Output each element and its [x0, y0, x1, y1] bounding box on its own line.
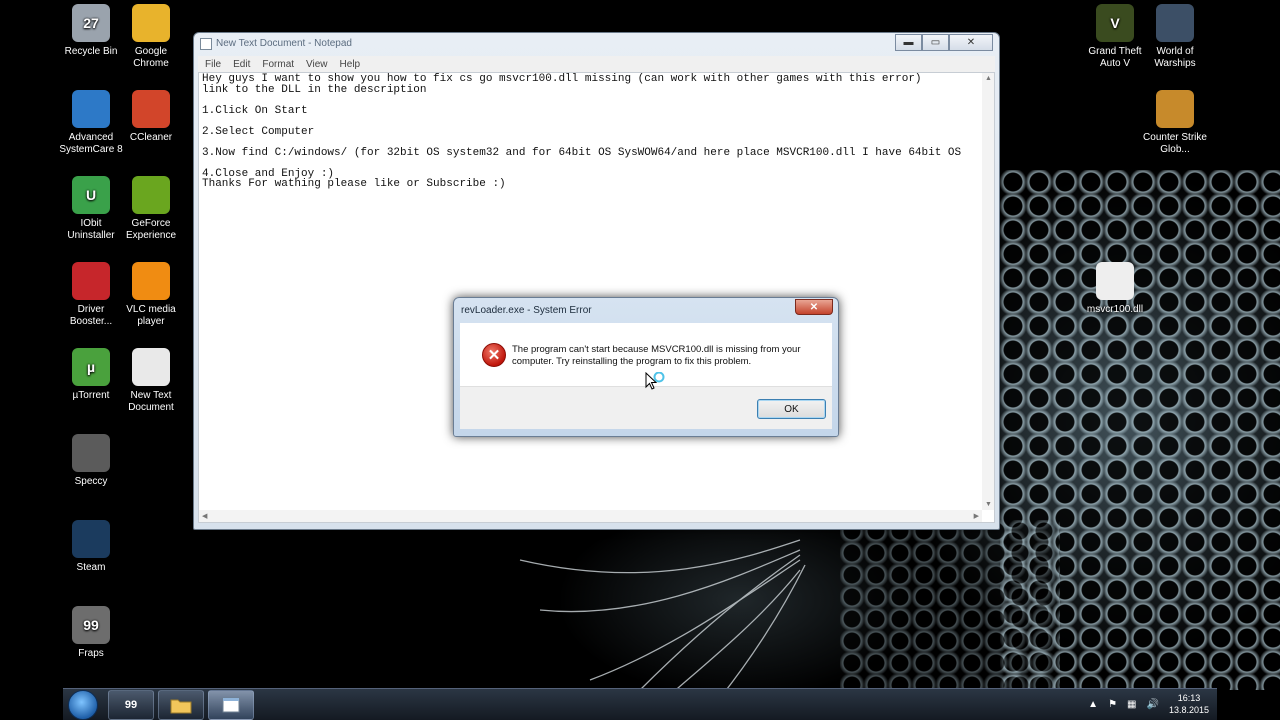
scroll-up-icon[interactable]: ▲ [985, 75, 992, 82]
action-center-icon[interactable]: ⚑ [1108, 699, 1117, 710]
volume-icon[interactable]: 🔊 [1147, 699, 1159, 710]
desktop-icon[interactable]: µ µTorrent [58, 348, 124, 402]
desktop-icon-label: Speccy [74, 476, 108, 487]
desktop-icon-label: IObit Uninstaller [67, 218, 115, 241]
app-icon [1156, 4, 1194, 42]
app-icon: 99 [72, 606, 110, 644]
error-icon: ✕ [482, 343, 506, 367]
app-icon [1156, 90, 1194, 128]
window-title: New Text Document - Notepad [216, 38, 352, 49]
desktop-icon-label: Google Chrome [133, 46, 169, 69]
app-icon [132, 348, 170, 386]
desktop-icon[interactable]: Steam [58, 520, 124, 574]
desktop-icon[interactable]: Counter Strike Glob... [1142, 90, 1208, 156]
desktop-icon-label: Fraps [78, 648, 104, 659]
scroll-down-icon[interactable]: ▼ [985, 501, 992, 508]
menu-edit[interactable]: Edit [233, 59, 250, 70]
scroll-right-icon[interactable]: ▶ [974, 512, 979, 520]
network-icon[interactable]: ▦ [1127, 699, 1136, 710]
system-tray: ▲ ⚑ ▦ 🔊 16:13 13.8.2015 [1088, 692, 1209, 716]
horizontal-scrollbar[interactable]: ◀ ▶ [199, 510, 982, 522]
desktop-icon[interactable]: CCleaner [118, 90, 184, 144]
error-dialog[interactable]: revLoader.exe - System Error ✕ ✕ The pro… [453, 297, 839, 437]
desktop-icon-label: GeForce Experience [125, 218, 177, 241]
desktop-icon[interactable]: U IObit Uninstaller [58, 176, 124, 242]
desktop-icon[interactable]: 99 Fraps [58, 606, 124, 660]
clock[interactable]: 16:13 13.8.2015 [1169, 692, 1209, 716]
taskbar-notepad[interactable] [208, 690, 254, 720]
notepad-icon [200, 38, 212, 50]
app-icon [132, 4, 170, 42]
desktop-icon-label: Grand Theft Auto V [1088, 46, 1142, 69]
taskbar-explorer[interactable] [158, 690, 204, 720]
app-icon: V [1096, 4, 1134, 42]
menu-format[interactable]: Format [262, 59, 294, 70]
desktop-icon[interactable]: New Text Document [118, 348, 184, 414]
app-icon [1096, 262, 1134, 300]
desktop-icon-label: Steam [76, 562, 106, 573]
wallpaper-whiskers [519, 539, 806, 699]
desktop-icon[interactable]: VLC media player [118, 262, 184, 328]
window-controls: ▬ ▭ ✕ [895, 34, 993, 51]
desktop-icon-label: VLC media player [126, 304, 176, 327]
desktop-icon[interactable]: GeForce Experience [118, 176, 184, 242]
dialog-title: revLoader.exe - System Error [461, 305, 592, 316]
desktop-icon[interactable]: V Grand Theft Auto V [1082, 4, 1148, 70]
mouse-cursor-icon [645, 372, 665, 390]
menu-help[interactable]: Help [340, 59, 361, 70]
app-icon [132, 262, 170, 300]
menu-file[interactable]: File [205, 59, 221, 70]
desktop-icon[interactable]: Advanced SystemCare 8 [58, 90, 124, 156]
desktop-icon[interactable]: 27 Recycle Bin [58, 4, 124, 58]
app-icon [72, 262, 110, 300]
maximize-button[interactable]: ▭ [922, 34, 949, 51]
desktop-icon-label: World of Warships [1154, 46, 1196, 69]
scroll-left-icon[interactable]: ◀ [202, 512, 207, 520]
taskbar: 99 ▲ ⚑ ▦ 🔊 16:13 13.8.2015 [63, 688, 1217, 720]
show-hidden-icons-icon[interactable]: ▲ [1088, 699, 1098, 710]
menu-view[interactable]: View [306, 59, 328, 70]
close-button[interactable]: ✕ [949, 34, 993, 51]
desktop-icon-label: msvcr100.dll [1086, 304, 1144, 315]
app-icon [72, 90, 110, 128]
menu-bar: File Edit Format View Help [198, 56, 995, 72]
clock-date: 13.8.2015 [1168, 705, 1209, 715]
desktop-icon[interactable]: Speccy [58, 434, 124, 488]
start-button[interactable] [68, 690, 98, 720]
desktop-icon-label: µTorrent [72, 390, 110, 401]
app-icon [132, 90, 170, 128]
notepad-window[interactable]: New Text Document - Notepad ▬ ▭ ✕ File E… [193, 32, 1000, 530]
app-icon [132, 176, 170, 214]
desktop-icon-label: Recycle Bin [64, 46, 118, 57]
taskbar-fraps[interactable]: 99 [108, 690, 154, 720]
desktop-icon[interactable]: World of Warships [1142, 4, 1208, 70]
desktop-icon-label: Counter Strike Glob... [1143, 132, 1207, 155]
editor-content[interactable]: Hey guys I want to show you how to fix c… [202, 74, 980, 190]
desktop-icon[interactable]: msvcr100.dll [1082, 262, 1148, 316]
desktop-icon-label: CCleaner [129, 132, 173, 143]
app-icon [72, 520, 110, 558]
desktop-icon-label: Driver Booster... [69, 304, 113, 327]
minimize-button[interactable]: ▬ [895, 34, 922, 51]
desktop-icon-label: Advanced SystemCare 8 [59, 132, 123, 155]
wallpaper-pattern [840, 520, 1060, 690]
dialog-close-button[interactable]: ✕ [795, 299, 833, 315]
desktop-icon-label: New Text Document [128, 390, 174, 413]
notepad-icon [222, 697, 240, 713]
ok-button[interactable]: OK [757, 399, 826, 419]
error-message: The program can't start because MSVCR100… [512, 344, 801, 367]
folder-icon [170, 699, 192, 714]
app-icon [72, 434, 110, 472]
vertical-scrollbar[interactable]: ▲ ▼ [982, 73, 994, 510]
app-icon: µ [72, 348, 110, 386]
desktop-icon[interactable]: Driver Booster... [58, 262, 124, 328]
clock-time: 16:13 [1177, 693, 1201, 703]
app-icon: U [72, 176, 110, 214]
app-icon: 27 [72, 4, 110, 42]
desktop-icon[interactable]: Google Chrome [118, 4, 184, 70]
